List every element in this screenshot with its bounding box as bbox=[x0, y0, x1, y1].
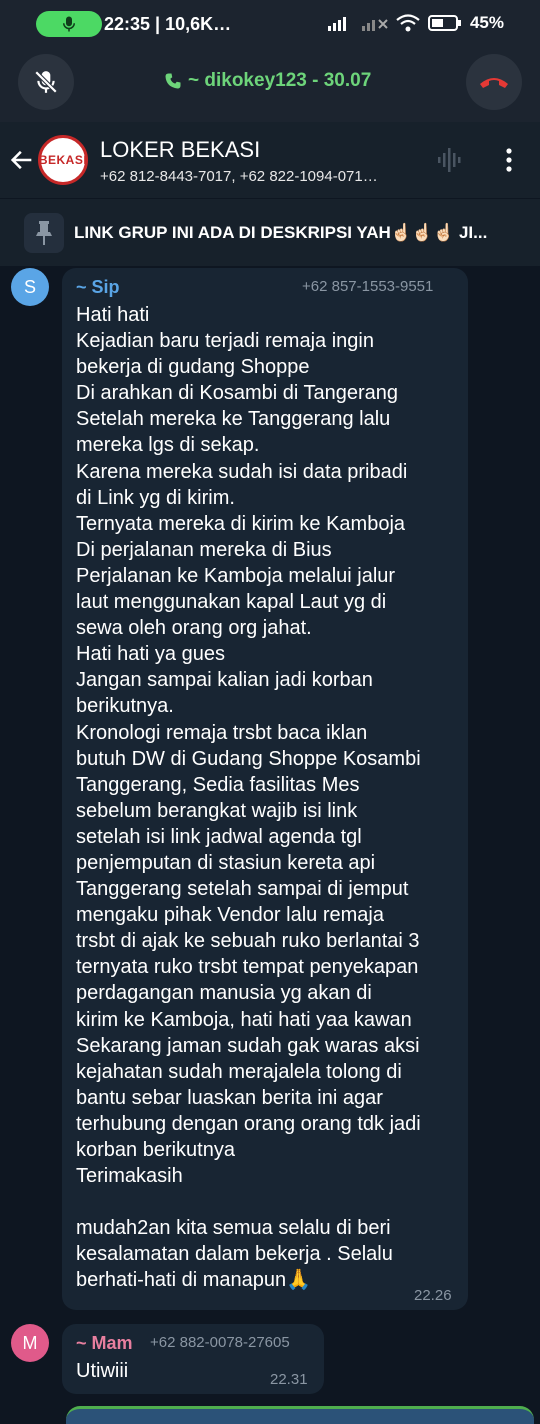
outgoing-message-bubble[interactable] bbox=[66, 1406, 534, 1424]
back-arrow-icon[interactable] bbox=[8, 146, 36, 174]
group-avatar[interactable]: BEKASI bbox=[38, 135, 88, 185]
microphone-muted-icon bbox=[34, 70, 58, 94]
hang-up-icon bbox=[480, 78, 508, 88]
voice-chat-icon[interactable] bbox=[436, 146, 466, 174]
mute-button[interactable] bbox=[18, 54, 74, 110]
message-time: 22.31 bbox=[270, 1371, 308, 1388]
message-time: 22.26 bbox=[414, 1287, 452, 1304]
status-bar: 22:35 | 10,6K… 45% bbox=[0, 0, 540, 50]
signal-icon bbox=[327, 17, 346, 31]
pinned-message-text: LINK GRUP INI ADA DI DESKRIPSI YAH☝🏻☝🏻☝🏻… bbox=[74, 223, 488, 242]
avatar-letter: M bbox=[22, 1332, 38, 1353]
message-bubble[interactable]: ~ Mam +62 882-0078-27605 Utiwiii 22.31 bbox=[62, 1324, 324, 1394]
microphone-icon bbox=[63, 16, 75, 32]
active-call-pill[interactable] bbox=[36, 11, 102, 37]
sender-name[interactable]: ~ Sip bbox=[76, 277, 120, 298]
group-members: +62 812-8443-7017, +62 822-1094-071… bbox=[100, 168, 378, 185]
pinned-message-bar[interactable]: LINK GRUP INI ADA DI DESKRIPSI YAH☝🏻☝🏻☝🏻… bbox=[0, 198, 540, 266]
battery-percentage: 45% bbox=[469, 13, 504, 32]
call-bar: ~ dikokey123 - 30.07 bbox=[0, 50, 540, 122]
wifi-icon bbox=[396, 14, 420, 32]
status-time: 22:35 | 10,6K… bbox=[104, 14, 232, 34]
sender-name[interactable]: ~ Mam bbox=[76, 1333, 133, 1354]
sender-phone: +62 857-1553-9551 bbox=[302, 278, 434, 295]
pin-icon bbox=[36, 221, 52, 245]
avatar-letter: S bbox=[23, 276, 36, 297]
chat-header: BEKASI LOKER BEKASI +62 812-8443-7017, +… bbox=[0, 122, 540, 198]
sender-avatar[interactable]: S bbox=[11, 268, 49, 306]
message-text: Utiwiii bbox=[76, 1360, 129, 1382]
phone-icon bbox=[165, 73, 181, 89]
group-avatar-logo-text: BEKASI bbox=[38, 153, 88, 167]
more-options-icon[interactable] bbox=[499, 148, 519, 172]
message-text: Hati hati Kejadian baru terjadi remaja i… bbox=[76, 304, 421, 1292]
end-call-button[interactable] bbox=[466, 54, 522, 110]
battery-icon bbox=[427, 15, 461, 31]
pin-button[interactable] bbox=[24, 213, 64, 253]
sender-avatar[interactable]: M bbox=[11, 1324, 49, 1362]
signal-no-service-icon bbox=[361, 19, 388, 31]
call-label[interactable]: ~ dikokey123 - 30.07 bbox=[188, 70, 371, 92]
group-title[interactable]: LOKER BEKASI bbox=[100, 137, 260, 163]
sender-phone: +62 882-0078-27605 bbox=[150, 1334, 290, 1351]
message-bubble[interactable]: ~ Sip +62 857-1553-9551 Hati hati Kejadi… bbox=[62, 268, 468, 1310]
